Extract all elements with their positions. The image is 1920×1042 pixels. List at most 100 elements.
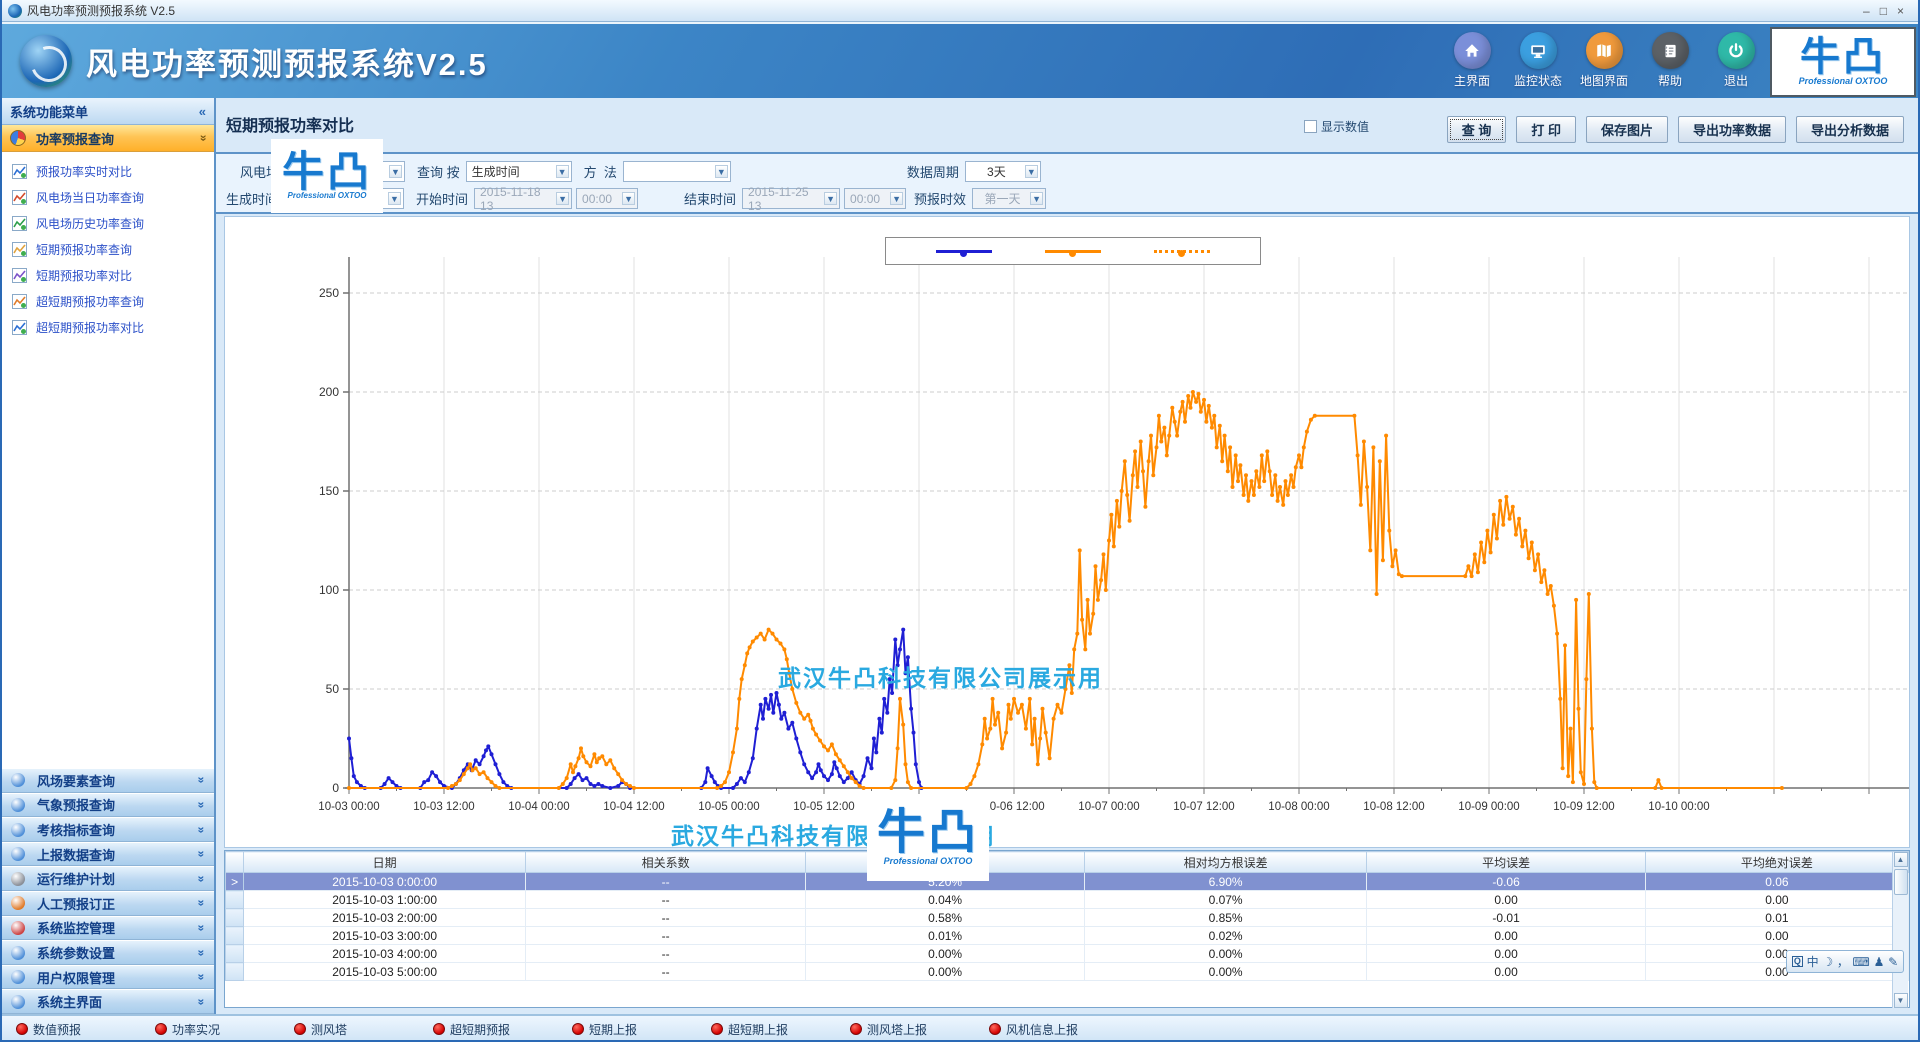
data-point (1252, 493, 1256, 497)
chevron-down-icon: » (195, 925, 209, 932)
data-point (1181, 400, 1185, 404)
column-header-6[interactable]: 平均绝对误差 (1645, 852, 1908, 873)
sidebar-section-2[interactable]: 气象预报查询» (2, 793, 214, 818)
sidebar-section-9[interactable]: 用户权限管理» (2, 965, 214, 990)
section-icon (11, 970, 25, 984)
sidebar-item-6[interactable]: 超短期预报功率查询 (2, 288, 214, 314)
sidebar-item-7[interactable]: 超短期预报功率对比 (2, 314, 214, 340)
data-point (735, 782, 739, 786)
start-date-input[interactable]: 2015-11-18 13▼ (474, 188, 572, 209)
table-row[interactable]: 2015-10-03 3:00:00--0.01%0.02%0.000.00 (226, 927, 1909, 945)
minimize-button[interactable]: – (1863, 4, 1870, 18)
sidebar-section-5[interactable]: 运行维护计划» (2, 866, 214, 891)
horizon-select[interactable]: 第一天▼ (972, 188, 1046, 209)
punctuation-icon[interactable]: ， (1837, 956, 1849, 968)
keyboard-icon[interactable]: ⌨ (1853, 956, 1870, 968)
button-print[interactable]: 打 印 (1516, 116, 1576, 143)
row-selector[interactable] (226, 963, 244, 981)
legend-blue-line (936, 250, 992, 253)
sidebar-section-1[interactable]: 风场要素查询» (2, 768, 214, 793)
period-select[interactable]: 3天▼ (965, 161, 1041, 182)
table-row[interactable]: 2015-10-03 1:00:00--0.04%0.07%0.000.00 (226, 891, 1909, 909)
nav-label: 地图界面 (1580, 72, 1628, 89)
section-label: 运行维护计划 (37, 869, 115, 888)
table-row[interactable]: >2015-10-03 0:00:00--5.20%6.90%-0.060.06 (226, 873, 1909, 891)
scroll-down-icon[interactable]: ▼ (1894, 993, 1908, 1008)
end-hour-input[interactable]: 00:00▼ (844, 188, 906, 209)
sidebar-section-7[interactable]: 系统监控管理» (2, 916, 214, 941)
end-time-label: 结束时间 (684, 189, 736, 208)
row-selector[interactable] (226, 891, 244, 909)
data-point (850, 776, 854, 780)
settings-icon[interactable]: ✎ (1888, 956, 1898, 968)
column-header-2[interactable]: 相关系数 (525, 852, 806, 873)
maximize-button[interactable]: □ (1880, 4, 1887, 18)
start-hour-input[interactable]: 00:00▼ (576, 188, 638, 209)
data-point (1197, 392, 1201, 396)
data-point (565, 776, 569, 780)
button-query[interactable]: 查 询 (1447, 116, 1507, 143)
data-point (1199, 410, 1203, 414)
method-select[interactable]: ▼ (623, 161, 731, 182)
scroll-up-icon[interactable]: ▲ (1894, 852, 1908, 867)
data-point (1299, 465, 1303, 469)
section-label: 风场要素查询 (37, 771, 115, 790)
sidebar-section-power-forecast[interactable]: 功率预报查询 « (2, 125, 214, 152)
row-selector[interactable] (226, 927, 244, 945)
end-date-input[interactable]: 2015-11-25 13▼ (742, 188, 840, 209)
sidebar-section-6[interactable]: 人工预报订正» (2, 891, 214, 916)
data-point (802, 762, 806, 766)
toolbox-icon[interactable]: ♟ (1874, 956, 1885, 968)
sidebar-section-3[interactable]: 考核指标查询» (2, 817, 214, 842)
data-point (1094, 564, 1098, 568)
data-point (1086, 598, 1090, 602)
data-point (872, 737, 876, 741)
sidebar-section-10[interactable]: 系统主界面» (2, 989, 214, 1014)
table-cell: -0.01 (1367, 909, 1645, 927)
ime-mode-icon[interactable]: Q (1792, 956, 1803, 967)
show-values-checkbox[interactable] (1304, 120, 1317, 133)
chinese-mode-icon[interactable]: 中 (1807, 956, 1819, 968)
data-point (1075, 632, 1079, 636)
row-selector[interactable] (226, 945, 244, 963)
column-header-4[interactable]: 相对均方根误差 (1084, 852, 1367, 873)
button-export-analysis[interactable]: 导出分析数据 (1796, 116, 1904, 143)
data-point (826, 748, 830, 752)
power-comparison-chart: 05010015020025010-03 00:0010-03 12:0010-… (225, 217, 1909, 847)
row-selector[interactable]: > (226, 873, 244, 891)
query-by-select[interactable]: 生成时间▼ (466, 161, 572, 182)
button-export-power[interactable]: 导出功率数据 (1678, 116, 1786, 143)
data-point (735, 727, 739, 731)
nav-map[interactable]: 地图界面 (1578, 32, 1630, 89)
column-header-5[interactable]: 平均误差 (1367, 852, 1645, 873)
sidebar-item-4[interactable]: 短期预报功率查询 (2, 236, 214, 262)
table-row[interactable]: 2015-10-03 5:00:00--0.00%0.00%0.000.00 (226, 963, 1909, 981)
chart-icon (12, 164, 27, 179)
sidebar-section-8[interactable]: 系统参数设置» (2, 940, 214, 965)
table-scrollbar[interactable]: ▲ ▼ (1892, 852, 1908, 1008)
button-save-image[interactable]: 保存图片 (1586, 116, 1668, 143)
sidebar-item-2[interactable]: 风电场当日功率查询 (2, 184, 214, 210)
column-header-1[interactable]: 日期 (244, 852, 526, 873)
ime-language-bar[interactable]: Q中☽ ， ⌨ ♟✎ (1786, 950, 1904, 973)
sidebar-item-1[interactable]: 预报功率实时对比 (2, 158, 214, 184)
nav-home[interactable]: 主界面 (1446, 32, 1498, 89)
data-point (608, 786, 612, 790)
sidebar-menu: 预报功率实时对比风电场当日功率查询风电场历史功率查询短期预报功率查询短期预报功率… (2, 152, 214, 340)
data-point (1555, 632, 1559, 636)
sidebar-item-5[interactable]: 短期预报功率对比 (2, 262, 214, 288)
scrollbar-thumb[interactable] (1894, 869, 1908, 895)
nav-help[interactable]: 帮助 (1644, 32, 1696, 89)
nav-exit[interactable]: 退出 (1710, 32, 1762, 89)
table-row[interactable]: 2015-10-03 2:00:00--0.58%0.85%-0.010.01 (226, 909, 1909, 927)
row-selector[interactable] (226, 909, 244, 927)
sidebar-section-4[interactable]: 上报数据查询» (2, 842, 214, 867)
sidebar-item-3[interactable]: 风电场历史功率查询 (2, 210, 214, 236)
table-row[interactable]: 2015-10-03 4:00:00--0.00%0.00%0.000.00 (226, 945, 1909, 963)
halfwidth-icon[interactable]: ☽ (1822, 956, 1833, 968)
close-button[interactable]: × (1897, 4, 1904, 18)
nav-monitor[interactable]: 监控状态 (1512, 32, 1564, 89)
sidebar-collapse-button[interactable]: « (199, 104, 206, 119)
data-point (1048, 756, 1052, 760)
status-indicator-6: 超短期上报 (711, 1021, 850, 1038)
